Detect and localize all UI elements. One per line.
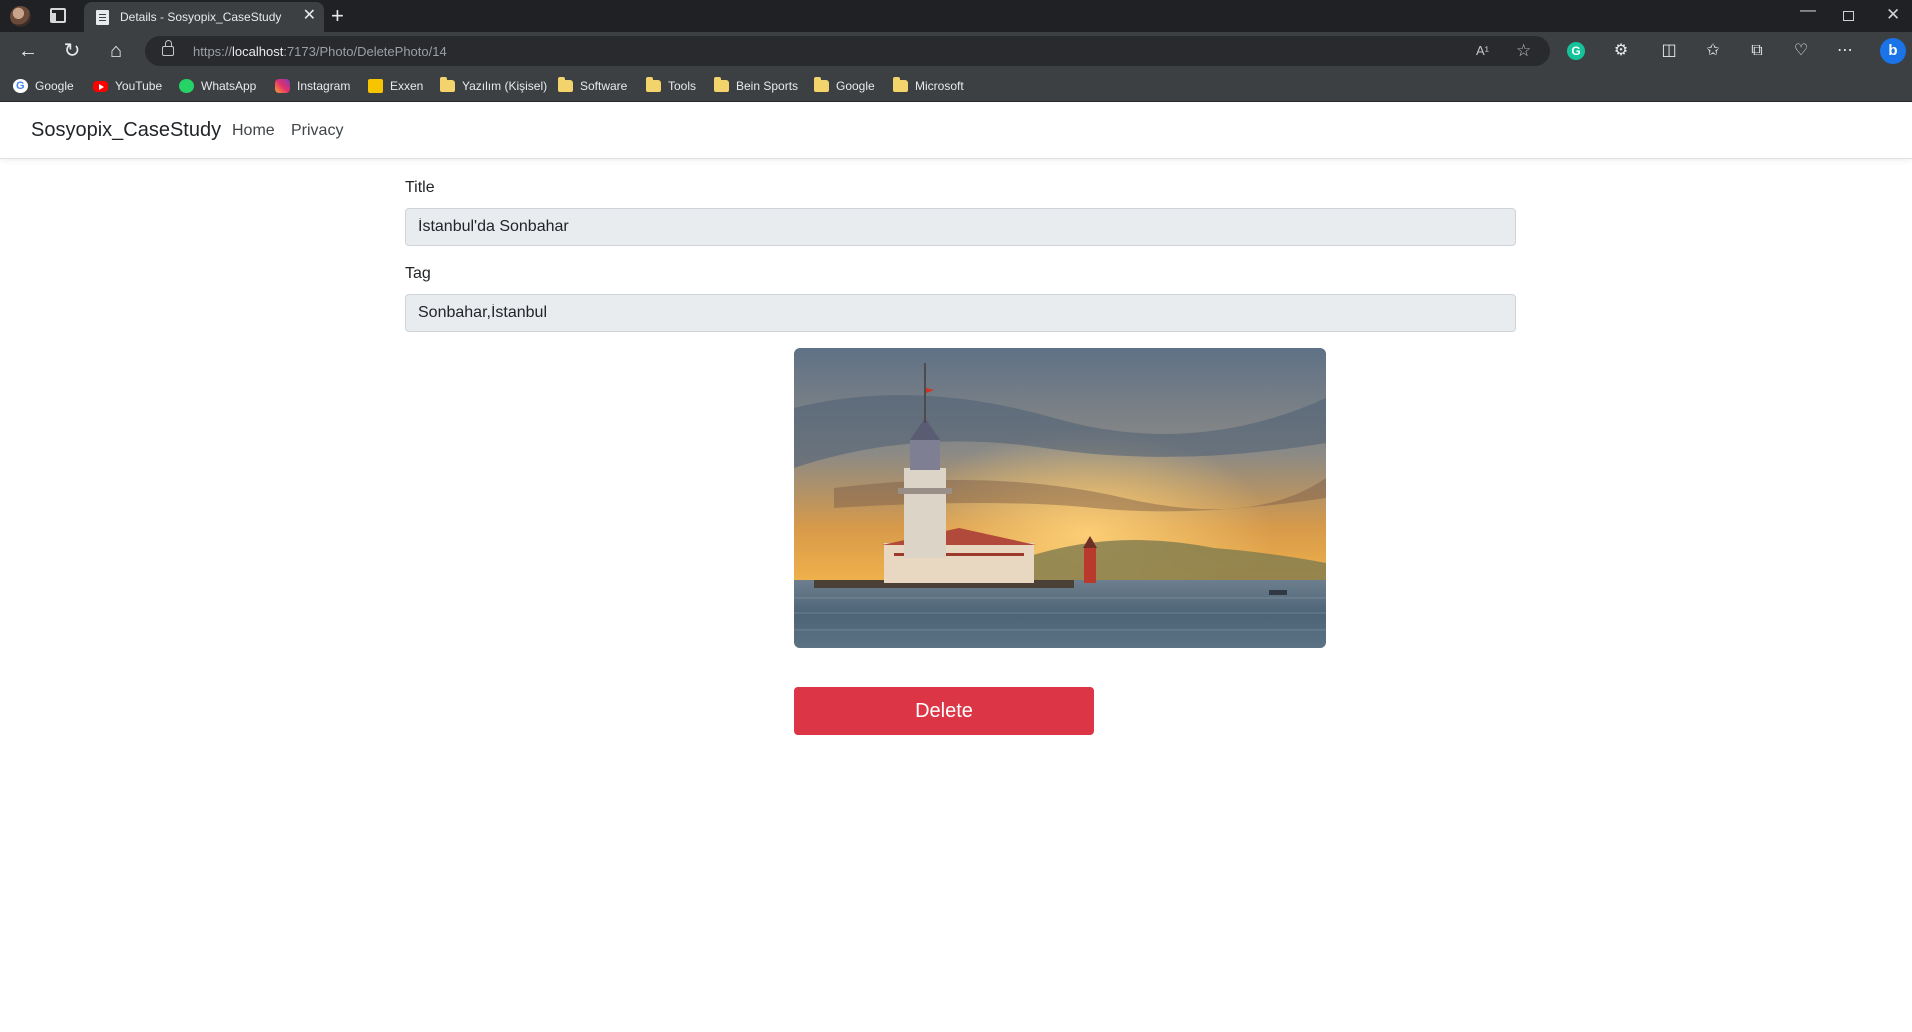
bookmark-label: Software — [580, 79, 628, 93]
bookmark-folder-microsoft[interactable]: Microsoft — [893, 77, 964, 94]
nav-link-privacy[interactable]: Privacy — [291, 122, 343, 140]
tag-input[interactable] — [405, 294, 1516, 332]
bookmark-folder-bein-sports[interactable]: Bein Sports — [714, 77, 799, 94]
photo-image — [794, 348, 1326, 648]
split-screen-icon[interactable]: ◫ — [1658, 40, 1680, 62]
folder-icon — [558, 77, 573, 92]
site-brand-link[interactable]: Sosyopix_CaseStudy — [31, 119, 221, 142]
bookmark-label: Instagram — [297, 79, 351, 93]
exxen-icon — [368, 79, 383, 93]
bookmark-label: Google — [35, 79, 74, 93]
whatsapp-icon — [179, 79, 194, 93]
tab-actions-icon[interactable] — [50, 8, 66, 23]
bookmark-label: Microsoft — [915, 79, 964, 93]
url-text[interactable]: https://localhost:7173/Photo/DeletePhoto… — [193, 44, 447, 59]
bookmark-instagram[interactable]: Instagram — [275, 78, 350, 94]
google-icon — [13, 79, 28, 93]
delete-button[interactable]: Delete — [794, 687, 1094, 735]
page-content: Sosyopix_CaseStudy Home Privacy Title Ta… — [0, 102, 1912, 1032]
site-navbar: Sosyopix_CaseStudy Home Privacy — [0, 102, 1912, 159]
bookmark-label: Google — [836, 79, 875, 93]
collections-icon[interactable]: ⧉ — [1746, 40, 1768, 62]
bookmark-google[interactable]: Google — [13, 78, 74, 94]
grammarly-extension-icon[interactable]: G — [1567, 42, 1585, 60]
bing-copilot-icon[interactable]: b — [1880, 38, 1906, 64]
browser-toolbar: ← ↻ ⌂ https://localhost:7173/Photo/Delet… — [0, 32, 1912, 70]
lock-icon[interactable] — [162, 40, 174, 56]
bookmark-folder-software[interactable]: Software — [558, 77, 628, 94]
bookmark-label: WhatsApp — [201, 79, 257, 93]
favorite-star-icon[interactable]: ☆ — [1516, 41, 1531, 61]
bookmark-folder-tools[interactable]: Tools — [646, 77, 697, 94]
window-minimize-icon[interactable]: — — [1800, 2, 1816, 20]
tab-close-icon[interactable]: ✕ — [303, 7, 316, 25]
more-options-icon[interactable]: ⋯ — [1834, 40, 1856, 62]
bookmark-folder-google[interactable]: Google — [814, 77, 875, 94]
maidens-tower-sunset-illustration — [794, 348, 1326, 648]
title-input[interactable] — [405, 208, 1516, 246]
page-favicon-icon — [96, 10, 109, 25]
bookmark-label: YouTube — [115, 79, 163, 93]
bookmark-folder-yazilim[interactable]: Yazılım (Kişisel) — [440, 77, 548, 94]
window-restore-icon[interactable] — [1843, 11, 1854, 21]
profile-avatar-icon[interactable] — [10, 6, 31, 27]
browser-tab-active[interactable]: Details - Sosyopix_CaseStudy ✕ — [84, 2, 324, 32]
bookmark-label: Bein Sports — [736, 79, 799, 93]
folder-icon — [646, 77, 661, 92]
bookmarks-bar: Google YouTube WhatsApp Instagram Exxen … — [0, 70, 1912, 102]
url-host: localhost — [232, 44, 284, 59]
folder-icon — [440, 77, 455, 92]
instagram-icon — [275, 79, 290, 93]
youtube-icon — [93, 80, 108, 92]
browser-tab-strip: Details - Sosyopix_CaseStudy ✕ + — ✕ — [0, 0, 1912, 32]
back-arrow-icon[interactable]: ← — [16, 39, 40, 63]
url-scheme: https:// — [193, 44, 233, 59]
read-aloud-icon[interactable]: A¹ — [1476, 41, 1489, 61]
nav-link-home[interactable]: Home — [232, 122, 275, 140]
window-close-icon[interactable]: ✕ — [1886, 5, 1900, 25]
bookmark-exxen[interactable]: Exxen — [368, 78, 423, 94]
tag-label: Tag — [405, 265, 431, 282]
bookmark-whatsapp[interactable]: WhatsApp — [179, 78, 256, 94]
bookmark-label: Exxen — [390, 79, 424, 93]
new-tab-icon[interactable]: + — [331, 2, 344, 30]
favorites-icon[interactable]: ✩ — [1702, 40, 1724, 62]
browser-essentials-icon[interactable]: ♡ — [1790, 40, 1812, 62]
bookmark-label: Tools — [668, 79, 697, 93]
tab-title: Details - Sosyopix_CaseStudy — [120, 10, 282, 24]
extensions-icon[interactable]: ⚙ — [1610, 40, 1632, 62]
folder-icon — [814, 77, 829, 92]
url-path: :7173/Photo/DeletePhoto/14 — [283, 44, 447, 59]
address-bar[interactable]: https://localhost:7173/Photo/DeletePhoto… — [145, 36, 1550, 66]
bookmark-label: Yazılım (Kişisel) — [462, 79, 548, 93]
folder-icon — [714, 77, 729, 92]
refresh-icon[interactable]: ↻ — [60, 39, 84, 63]
title-label: Title — [405, 179, 435, 196]
home-icon[interactable]: ⌂ — [104, 39, 128, 63]
folder-icon — [893, 77, 908, 92]
bookmark-youtube[interactable]: YouTube — [93, 78, 162, 94]
